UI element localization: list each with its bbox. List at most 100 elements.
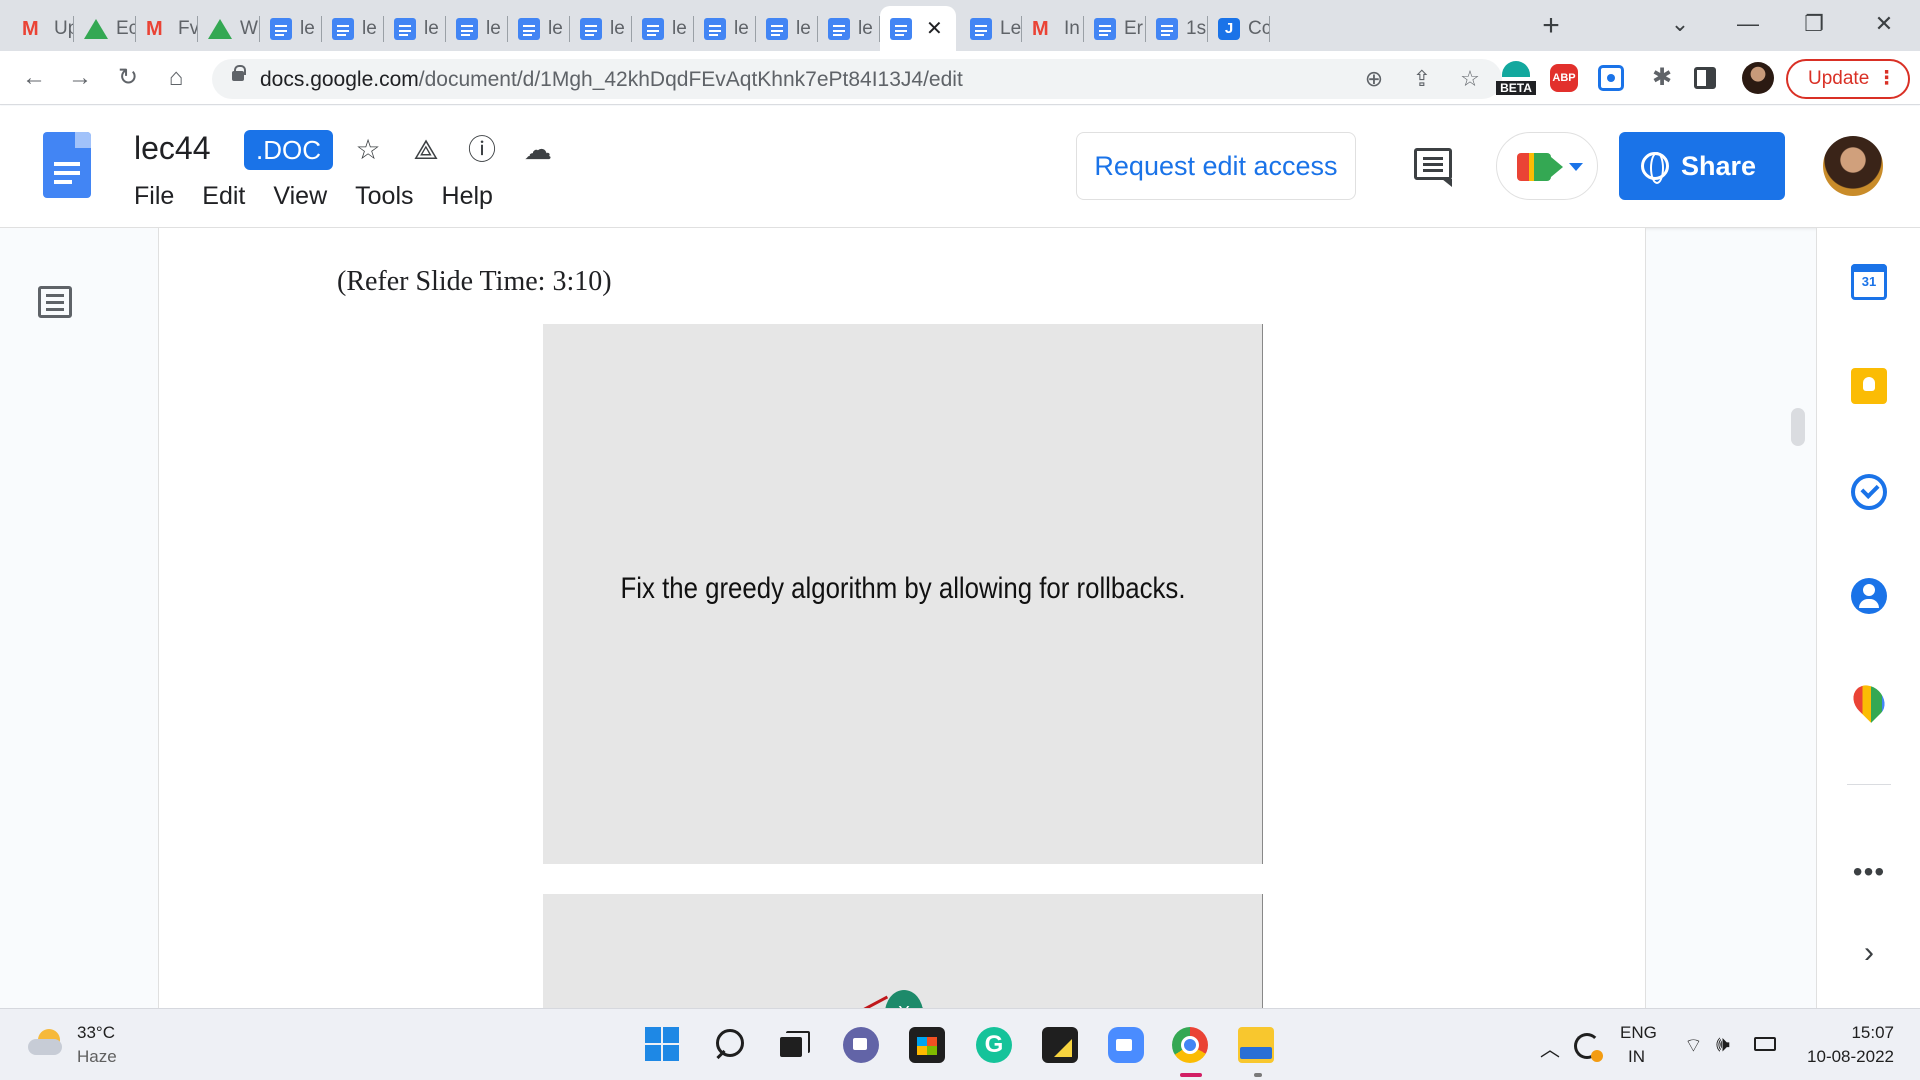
- tab-search-button[interactable]: ⌄: [1650, 4, 1710, 44]
- address-bar[interactable]: docs.google.com/document/d/1Mgh_42khDqdF…: [212, 59, 1502, 99]
- browser-tab[interactable]: W: [198, 6, 260, 51]
- share-page-icon[interactable]: ⇪: [1408, 65, 1436, 93]
- share-button[interactable]: Share: [1619, 132, 1785, 200]
- browser-tab[interactable]: M Fv: [136, 6, 198, 51]
- battery-icon[interactable]: [1754, 1037, 1776, 1051]
- bookmark-star-icon[interactable]: ☆: [1456, 65, 1484, 93]
- move-to-drive-icon[interactable]: ⟁: [408, 132, 444, 168]
- menu-file[interactable]: File: [134, 182, 174, 212]
- menu-help[interactable]: Help: [442, 182, 493, 212]
- browser-tab[interactable]: M In: [1022, 6, 1084, 51]
- menu-tools[interactable]: Tools: [355, 182, 413, 212]
- home-button[interactable]: ⌂: [158, 60, 194, 96]
- account-avatar[interactable]: [1823, 136, 1883, 196]
- browser-tab[interactable]: le: [384, 6, 446, 51]
- more-addons-icon[interactable]: •••: [1847, 856, 1891, 888]
- sync-icon[interactable]: [1574, 1033, 1603, 1062]
- back-button[interactable]: ←: [16, 60, 52, 96]
- tab-title: Ec: [116, 17, 136, 39]
- new-tab-button[interactable]: +: [1536, 8, 1566, 44]
- browser-tab[interactable]: le: [570, 6, 632, 51]
- browser-tab[interactable]: le: [756, 6, 818, 51]
- zoom-icon[interactable]: ⊕: [1360, 65, 1388, 93]
- start-button-icon[interactable]: [645, 1027, 681, 1063]
- meet-button[interactable]: [1496, 132, 1598, 200]
- contacts-icon[interactable]: [1851, 578, 1887, 614]
- browser-tab[interactable]: le: [818, 6, 880, 51]
- tab-active[interactable]: ✕: [880, 6, 956, 51]
- browser-tab[interactable]: le: [260, 6, 322, 51]
- start-tile: [663, 1045, 679, 1061]
- browser-tab[interactable]: J Cc: [1208, 6, 1270, 51]
- adblock-icon[interactable]: ABP: [1550, 64, 1578, 92]
- document-outline-icon[interactable]: [38, 286, 72, 318]
- browser-tab[interactable]: le: [508, 6, 570, 51]
- url-text[interactable]: docs.google.com/document/d/1Mgh_42khDqdF…: [260, 68, 963, 92]
- tasks-icon[interactable]: [1851, 474, 1887, 510]
- forward-button[interactable]: →: [62, 60, 98, 96]
- browser-tab[interactable]: le: [322, 6, 384, 51]
- close-tab-icon[interactable]: ✕: [926, 16, 943, 41]
- extensions-puzzle-icon[interactable]: ✱: [1646, 62, 1678, 94]
- language-indicator[interactable]: ENG: [1620, 1023, 1657, 1043]
- close-window-button[interactable]: ✕: [1854, 4, 1914, 44]
- scrollbar-track[interactable]: [1790, 228, 1806, 1008]
- browser-tab[interactable]: Ec: [74, 6, 136, 51]
- chat-icon[interactable]: [843, 1027, 879, 1063]
- browser-tab[interactable]: Er: [1084, 6, 1146, 51]
- minimize-button[interactable]: —: [1718, 4, 1778, 44]
- lock-icon[interactable]: [232, 65, 246, 81]
- weather-condition[interactable]: Haze: [77, 1047, 117, 1067]
- side-panel-icon[interactable]: [1694, 67, 1716, 89]
- slide-image-2[interactable]: X: [543, 894, 1263, 1008]
- search-icon[interactable]: [712, 1027, 748, 1063]
- docs-logo-icon[interactable]: [43, 132, 91, 198]
- reload-button[interactable]: ↻: [110, 60, 146, 96]
- menu-view[interactable]: View: [273, 182, 327, 212]
- browser-profile-avatar[interactable]: [1742, 62, 1774, 94]
- comment-history-icon[interactable]: [1414, 148, 1452, 187]
- restore-button[interactable]: ❐: [1784, 4, 1844, 44]
- tab-title: le: [362, 17, 377, 39]
- language-region[interactable]: IN: [1628, 1047, 1645, 1067]
- docs-favicon-icon: [828, 17, 850, 40]
- browser-tab[interactable]: le: [694, 6, 756, 51]
- chrome-icon[interactable]: [1172, 1027, 1208, 1063]
- show-hidden-icons-icon[interactable]: ︿: [1540, 1033, 1560, 1062]
- wifi-icon[interactable]: ⌔: [1684, 1033, 1703, 1058]
- store-icon[interactable]: [909, 1027, 945, 1063]
- beta-extension-icon[interactable]: BETA: [1496, 59, 1536, 97]
- task-view-icon[interactable]: [776, 1027, 812, 1063]
- update-button[interactable]: Update ⋮: [1786, 59, 1910, 99]
- screen-recorder-icon[interactable]: [1598, 65, 1624, 91]
- maps-icon[interactable]: [1847, 679, 1891, 723]
- scrollbar-thumb[interactable]: [1791, 408, 1805, 446]
- zoom-icon[interactable]: [1108, 1027, 1144, 1063]
- docs-favicon-icon: [580, 17, 602, 40]
- menu-edit[interactable]: Edit: [202, 182, 245, 212]
- browser-tab[interactable]: le: [446, 6, 508, 51]
- request-edit-access-button[interactable]: Request edit access: [1076, 132, 1356, 200]
- grammarly-icon[interactable]: G: [976, 1027, 1012, 1063]
- document-info-icon[interactable]: ⓘ: [464, 132, 500, 168]
- weather-icon[interactable]: [28, 1029, 64, 1055]
- document-page[interactable]: (Refer Slide Time: 3:10) Fix the greedy …: [158, 228, 1646, 1008]
- browser-tab[interactable]: 1s: [1146, 6, 1208, 51]
- volume-icon[interactable]: 🕪: [1716, 1031, 1730, 1057]
- file-explorer-icon[interactable]: [1238, 1027, 1274, 1063]
- keep-icon[interactable]: [1851, 368, 1887, 404]
- browser-tab[interactable]: Le: [960, 6, 1022, 51]
- slide-image-1[interactable]: Fix the greedy algorithm by allowing for…: [543, 324, 1263, 864]
- star-icon[interactable]: ☆: [350, 132, 386, 168]
- tab-title: 1s: [1186, 17, 1207, 39]
- sticky-notes-icon[interactable]: [1042, 1027, 1078, 1063]
- calendar-icon[interactable]: 31: [1851, 264, 1887, 300]
- browser-tab[interactable]: M Up: [12, 6, 74, 51]
- show-side-panel-icon[interactable]: ›: [1847, 936, 1891, 970]
- browser-tab[interactable]: le: [632, 6, 694, 51]
- document-title[interactable]: lec44: [134, 130, 211, 167]
- clock-date[interactable]: 10-08-2022: [1798, 1047, 1894, 1067]
- weather-temperature[interactable]: 33°C: [77, 1023, 115, 1043]
- cloud-saved-icon[interactable]: ☁: [520, 132, 556, 168]
- clock-time[interactable]: 15:07: [1842, 1023, 1894, 1043]
